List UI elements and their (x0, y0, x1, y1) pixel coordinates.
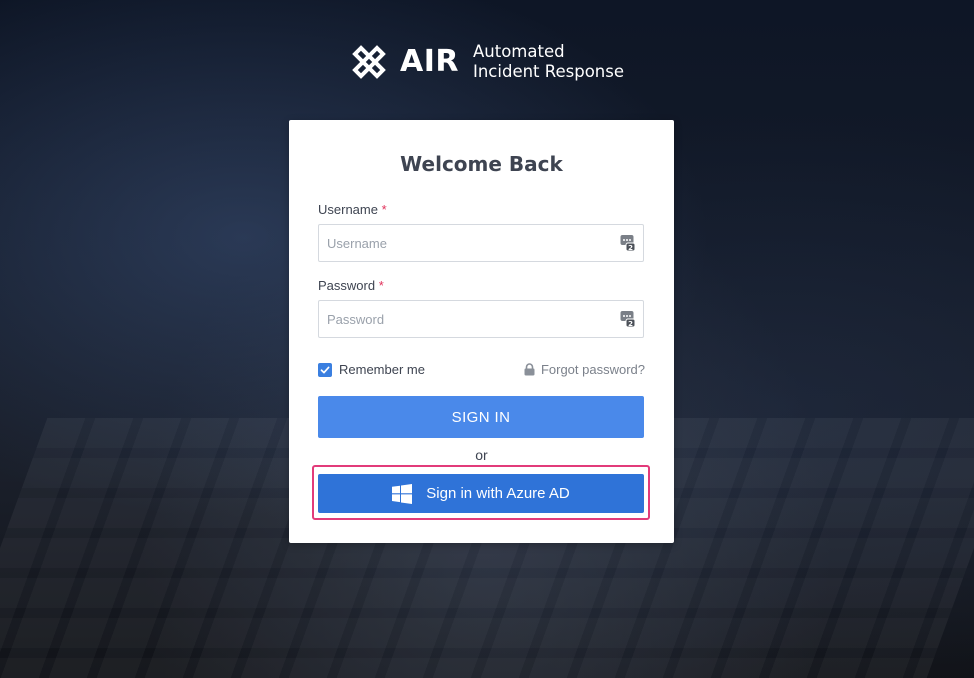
username-label: Username * (318, 202, 387, 217)
sign-in-button[interactable]: SIGN IN (318, 396, 644, 438)
brand-tagline-line1: Automated (472, 42, 565, 61)
brand-tagline-line2: Incident Response (472, 62, 625, 81)
username-input[interactable] (319, 225, 599, 261)
brand-tagline: Automated Incident Response (473, 42, 624, 82)
brand-header: AIR Automated Incident Response (352, 42, 624, 82)
remember-me-checkbox[interactable]: Remember me (318, 362, 425, 377)
brand-name: AIR (400, 44, 459, 79)
username-field[interactable]: 2 (318, 224, 644, 262)
svg-text:2: 2 (628, 320, 633, 328)
checkmark-icon (320, 366, 330, 373)
windows-logo-icon (392, 483, 413, 504)
forgot-password-text: Forgot password? (540, 362, 645, 377)
login-card: Welcome Back Username * 2 Password * 2 (289, 120, 674, 543)
password-required-mark: * (378, 278, 384, 293)
air-logo-icon (352, 45, 386, 79)
password-label-text: Password (318, 278, 376, 293)
or-divider: or (475, 447, 488, 463)
username-label-text: Username (318, 202, 378, 217)
checkbox-box[interactable] (318, 362, 332, 377)
password-field[interactable]: 2 (318, 300, 644, 338)
password-manager-icon[interactable]: 2 (620, 310, 636, 328)
remember-me-label: Remember me (339, 362, 425, 377)
password-manager-icon[interactable]: 2 (620, 234, 636, 252)
page-title: Welcome Back (400, 152, 563, 176)
svg-text:2: 2 (628, 244, 633, 252)
password-label: Password * (318, 278, 384, 293)
forgot-password-link[interactable]: Forgot password? (524, 362, 645, 377)
username-required-mark: * (381, 202, 387, 217)
azure-sign-in-button[interactable]: Sign in with Azure AD (318, 474, 644, 513)
password-input[interactable] (319, 301, 599, 337)
lock-icon (524, 363, 535, 376)
azure-button-label: Sign in with Azure AD (426, 485, 570, 502)
